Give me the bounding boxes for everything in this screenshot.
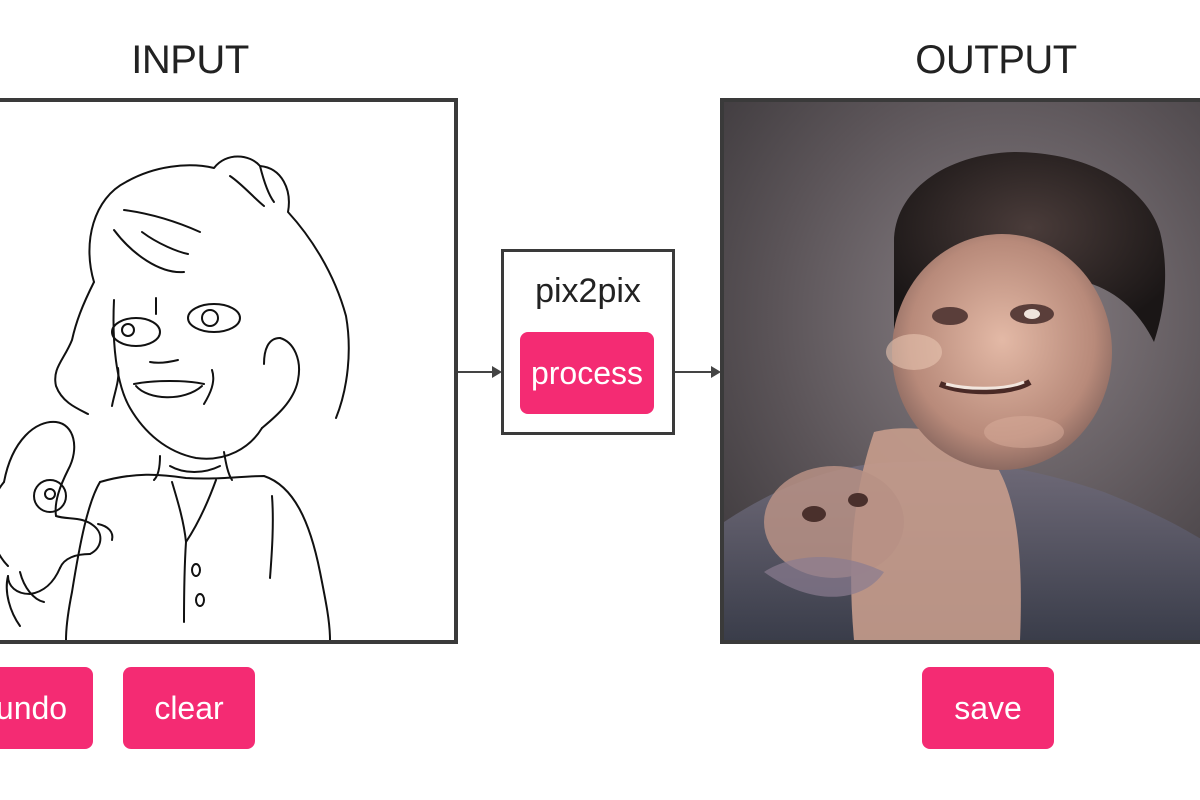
model-name: pix2pix (535, 272, 641, 310)
arrow-right-icon (675, 366, 721, 378)
arrow-right-icon (458, 366, 502, 378)
input-heading: INPUT (131, 38, 249, 82)
pix2pix-demo: INPUT OUTPUT pix2pix process undo clear … (0, 0, 1200, 800)
sketch-drawing (0, 155, 350, 640)
generated-portrait-image (724, 102, 1200, 640)
clear-button[interactable]: clear (123, 667, 255, 749)
undo-button[interactable]: undo (0, 667, 93, 749)
output-image (720, 98, 1200, 644)
output-heading: OUTPUT (915, 38, 1077, 82)
input-drawing-canvas[interactable] (0, 98, 458, 644)
model-box: pix2pix process (501, 249, 675, 435)
save-button[interactable]: save (922, 667, 1054, 749)
process-button[interactable]: process (520, 332, 654, 414)
